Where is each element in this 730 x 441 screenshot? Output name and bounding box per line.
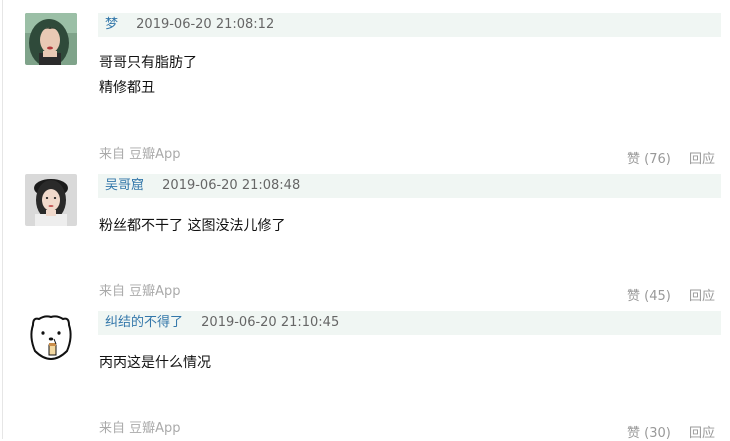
author-link[interactable]: 纠结的不得了	[105, 315, 183, 330]
comment-line: 哥哥只有脂肪了	[99, 55, 197, 71]
like-button[interactable]: 赞 (45)	[627, 289, 671, 304]
comment-meta-bar: 吴哥窟 2019-06-20 21:08:48	[98, 174, 721, 198]
reply-button[interactable]: 回应	[689, 152, 715, 167]
comment-actions: 赞 (30) 回应	[627, 422, 715, 441]
like-button[interactable]: 赞 (76)	[627, 152, 671, 167]
comment-time: 2019-06-20 21:08:48	[162, 178, 301, 193]
avatar[interactable]	[25, 174, 77, 226]
comment-time: 2019-06-20 21:10:45	[201, 315, 340, 330]
comment-actions: 赞 (45) 回应	[627, 285, 715, 304]
girl-green-hair-photo-icon	[25, 13, 77, 65]
girl-black-beret-photo-icon	[25, 174, 77, 226]
comment-content: 丙丙这是什么情况	[99, 351, 211, 376]
page-left-border	[2, 0, 3, 439]
comment-meta-bar: 纠结的不得了 2019-06-20 21:10:45	[98, 311, 721, 335]
comment-actions: 赞 (76) 回应	[627, 148, 715, 167]
comment-line: 粉丝都不干了 这图没法儿修了	[99, 218, 286, 234]
comment-source: 来自 豆瓣App	[99, 421, 181, 436]
comment-meta-bar: 梦 2019-06-20 21:08:12	[98, 13, 721, 37]
cartoon-bear-icon	[25, 311, 77, 363]
comment-source: 来自 豆瓣App	[99, 147, 181, 162]
comment-time: 2019-06-20 21:08:12	[136, 17, 275, 32]
comment-content: 粉丝都不干了 这图没法儿修了	[99, 214, 285, 239]
avatar[interactable]	[25, 13, 77, 65]
author-link[interactable]: 吴哥窟	[105, 178, 144, 193]
comment-source: 来自 豆瓣App	[99, 284, 181, 299]
comment-line: 丙丙这是什么情况	[99, 355, 211, 371]
author-link[interactable]: 梦	[105, 17, 118, 32]
avatar[interactable]	[25, 311, 77, 363]
comment-line: 精修都丑	[99, 80, 155, 96]
reply-button[interactable]: 回应	[689, 289, 715, 304]
comment-content: 哥哥只有脂肪了 精修都丑	[99, 51, 197, 101]
